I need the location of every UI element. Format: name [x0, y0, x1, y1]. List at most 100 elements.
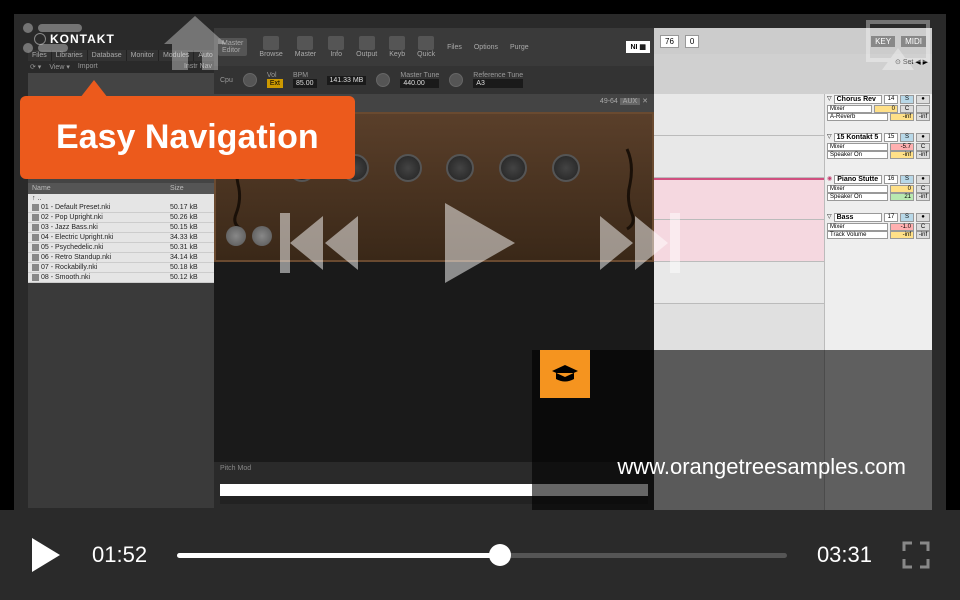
chan-sel[interactable]: Mixer — [827, 143, 888, 151]
amp-knob[interactable] — [552, 154, 580, 182]
chan-sel[interactable]: Speaker On — [827, 193, 888, 201]
current-time: 01:52 — [92, 542, 147, 568]
chan-val[interactable]: 0 — [874, 105, 898, 113]
chan-val[interactable]: -inf — [890, 113, 914, 121]
grad-cap-icon — [550, 362, 580, 386]
list-item[interactable]: 07 - Rockabilly.nki50.18 kB — [28, 263, 214, 273]
solo-button[interactable]: S — [900, 175, 914, 184]
aux-button[interactable]: AUX — [620, 98, 640, 105]
sort-row[interactable]: ↑ .. — [28, 194, 214, 203]
solo-button[interactable]: S — [900, 95, 914, 104]
ni-logo: NI ▦ — [626, 41, 650, 53]
master-icon — [297, 36, 313, 50]
toolbar-browse[interactable]: Browse — [259, 36, 282, 58]
rec-button[interactable]: ● — [916, 95, 930, 104]
toolbar-files[interactable]: Files — [447, 44, 462, 51]
center-playback-controls — [280, 198, 680, 293]
list-item[interactable]: 08 - Smooth.nki50.12 kB — [28, 273, 214, 283]
ref-tune-label: Reference Tune — [473, 72, 523, 79]
list-item[interactable]: 03 - Jazz Bass.nki50.15 kB — [28, 223, 214, 233]
chan-name[interactable]: 15 Kontakt 5 — [834, 133, 882, 142]
chan-sel[interactable]: Mixer — [827, 185, 888, 193]
chan-sel[interactable]: Mixer — [827, 223, 888, 231]
chan-sel[interactable]: Track Volume — [827, 231, 888, 239]
metronome-knob[interactable] — [376, 73, 390, 87]
rec-button[interactable]: ● — [916, 175, 930, 184]
chan-num: 14 — [884, 95, 898, 104]
tab-monitor[interactable]: Monitor — [127, 50, 159, 61]
list-item[interactable]: 06 - Retro Standup.nki34.14 kB — [28, 253, 214, 263]
toolbar-keyb[interactable]: Keyb — [389, 36, 405, 58]
chan-sel[interactable]: Speaker On — [827, 151, 888, 159]
toolbar-purge[interactable]: Purge — [510, 44, 529, 51]
daw-tempo[interactable]: 76 — [660, 35, 679, 48]
list-item[interactable]: 04 - Electric Upright.nki34.33 kB — [28, 233, 214, 243]
chan-record-icon[interactable]: ◉ — [827, 175, 832, 184]
chan-val[interactable]: -1.0 — [890, 223, 914, 231]
master-tune-label: Master Tune — [400, 72, 439, 79]
c-chip[interactable]: C — [900, 105, 914, 113]
tune-value[interactable]: 440.00 — [400, 79, 439, 88]
fullscreen-button[interactable] — [902, 541, 930, 569]
list-item[interactable]: 05 - Psychedelic.nki50.31 kB — [28, 243, 214, 253]
chan-name[interactable]: Bass — [834, 213, 882, 222]
toolbar-options[interactable]: Options — [474, 44, 498, 51]
solo-button[interactable]: S — [900, 133, 914, 142]
chan-sel[interactable]: A-Reverb — [827, 113, 888, 121]
next-button[interactable] — [600, 208, 680, 283]
chan-sel[interactable]: Mixer — [827, 105, 872, 113]
amp-knob[interactable] — [499, 154, 527, 182]
toolbar-output[interactable]: Output — [356, 36, 377, 58]
airplay-icon[interactable] — [866, 20, 930, 77]
chan-expand-icon[interactable]: ▽ — [827, 213, 832, 222]
home-icon[interactable] — [160, 14, 230, 79]
chan-val[interactable]: -inf — [890, 231, 914, 239]
daw-num2[interactable]: 0 — [685, 35, 699, 48]
chan-val[interactable]: 21 — [890, 193, 914, 201]
play-button-center[interactable] — [440, 198, 520, 293]
blank-chip[interactable] — [916, 105, 930, 113]
track-lane[interactable] — [654, 94, 824, 136]
chan-expand-icon[interactable]: ▽ — [827, 133, 832, 142]
track-lane[interactable] — [654, 136, 824, 178]
chan-name[interactable]: Chorus Rev — [834, 95, 882, 104]
bpm-label: BPM — [293, 72, 317, 79]
duration: 03:31 — [817, 542, 872, 568]
mixer-channel: ▽Bass17S● Mixer-1.0C Track Volume-inf-in… — [825, 212, 932, 240]
list-item[interactable]: 02 - Pop Upright.nki50.26 kB — [28, 213, 214, 223]
range-label: 49-64 — [600, 98, 618, 105]
small-knob[interactable] — [226, 226, 246, 246]
play-button[interactable] — [30, 536, 62, 574]
chan-val[interactable]: -inf — [890, 151, 914, 159]
vol-knob[interactable] — [243, 73, 257, 87]
tune-knob[interactable] — [449, 73, 463, 87]
chan-val[interactable]: 0 — [890, 185, 914, 193]
solo-button[interactable]: S — [900, 213, 914, 222]
progress-thumb[interactable] — [489, 544, 511, 566]
progress-bar[interactable] — [177, 553, 787, 558]
chan-name[interactable]: Piano Stutte — [834, 175, 882, 184]
player-control-bar: 01:52 03:31 — [0, 510, 960, 600]
toolbar-master[interactable]: Master — [295, 36, 316, 58]
small-knob[interactable] — [252, 226, 272, 246]
bpm-value[interactable]: 85.00 — [293, 79, 317, 88]
list-item[interactable]: 01 - Default Preset.nki50.17 kB — [28, 203, 214, 213]
tab-database[interactable]: Database — [88, 50, 127, 61]
col-size[interactable]: Size — [170, 185, 210, 192]
toolbar-quick[interactable]: Quick — [417, 36, 435, 58]
kontakt-file-list: 01 - Default Preset.nki50.17 kB 02 - Pop… — [28, 203, 214, 283]
ref-value[interactable]: A3 — [473, 79, 523, 88]
kontakt-status-bar: Cpu Vol Ext BPM 85.00 141.33 MB Master T… — [214, 66, 654, 94]
toolbar-info[interactable]: Info — [328, 36, 344, 58]
menu-icon[interactable] — [20, 20, 90, 65]
amp-knob[interactable] — [446, 154, 474, 182]
previous-button[interactable] — [280, 208, 360, 283]
chan-val[interactable]: -5.7 — [890, 143, 914, 151]
file-icon — [32, 204, 39, 211]
col-name[interactable]: Name — [32, 185, 170, 192]
rec-button[interactable]: ● — [916, 133, 930, 142]
chan-expand-icon[interactable]: ▽ — [827, 95, 832, 104]
url-watermark: www.orangetreesamples.com — [617, 454, 906, 480]
rec-button[interactable]: ● — [916, 213, 930, 222]
amp-knob[interactable] — [394, 154, 422, 182]
